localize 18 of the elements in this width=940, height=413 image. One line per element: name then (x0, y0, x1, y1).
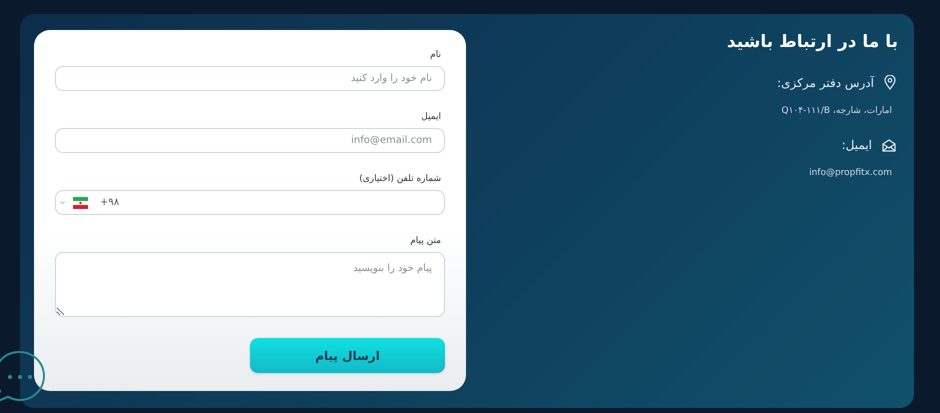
phone-code: +۹۸ (100, 196, 120, 210)
phone-field[interactable]: +۹۸ (55, 190, 445, 215)
input-field[interactable]: info@email.com (55, 128, 445, 153)
message-field[interactable]: پیام خود را بنویسید (55, 252, 445, 317)
contact-heading: آدرس دفتر مرکزی: (777, 74, 874, 92)
flag-icon[interactable] (73, 196, 88, 208)
location-pin-icon (884, 75, 896, 90)
field-label: متن پیام (410, 235, 441, 247)
field-label: نام (430, 49, 441, 61)
field-label: ایمیل (421, 111, 441, 123)
contact-value: info@propfitx.com (809, 167, 892, 180)
envelope-icon (882, 138, 896, 152)
input-field[interactable]: نام خود را وارد کنید (55, 66, 445, 91)
submit-button[interactable]: ارسال پیام (250, 338, 445, 373)
contact-title: با ما در ارتباط باشید (726, 31, 898, 54)
contact-value: امارات، شارجه، Q۱۰۴-۱۱۱/B (782, 104, 892, 118)
contact-heading: ایمیل: (842, 137, 872, 154)
field-label: شماره تلفن (اختیاری) (359, 173, 441, 185)
